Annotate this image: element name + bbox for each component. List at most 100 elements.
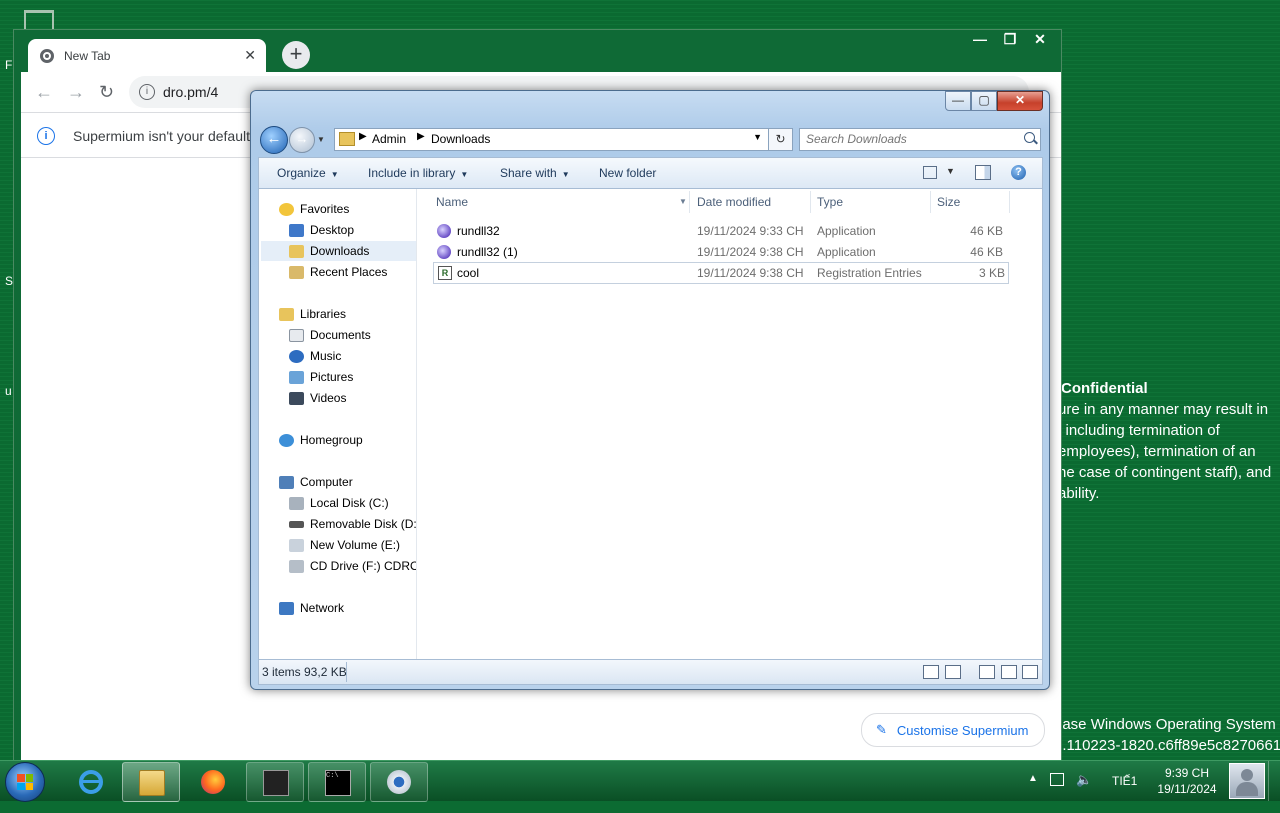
- address-bar[interactable]: ▶ Admin ▶ Downloads ▼: [334, 128, 769, 151]
- nav-label: Downloads: [310, 244, 370, 258]
- layout-icon[interactable]: [979, 665, 995, 679]
- new-tab-button[interactable]: +: [282, 41, 310, 69]
- clock[interactable]: 9:39 CH 19/11/2024: [1148, 765, 1226, 797]
- breadcrumb-admin[interactable]: Admin: [372, 132, 406, 146]
- cd-drive-icon: [289, 559, 304, 573]
- nav-removable-disk[interactable]: Removable Disk (D:): [289, 514, 416, 534]
- nav-label: Desktop: [310, 223, 355, 237]
- column-divider[interactable]: [930, 191, 931, 213]
- nav-recent-places[interactable]: Recent Places: [289, 262, 387, 282]
- column-header-size[interactable]: Size: [937, 195, 960, 209]
- close-button[interactable]: ✕: [997, 91, 1043, 111]
- close-tab-icon[interactable]: ✕: [244, 47, 256, 64]
- column-divider[interactable]: [689, 191, 690, 213]
- address-dropdown-icon[interactable]: ▼: [753, 132, 762, 142]
- taskbar-supermium[interactable]: [370, 762, 428, 802]
- nav-documents[interactable]: Documents: [289, 325, 371, 345]
- share-with-label: Share with: [500, 166, 557, 180]
- start-button[interactable]: [5, 762, 45, 802]
- maximize-button[interactable]: ▢: [971, 91, 997, 111]
- nav-homegroup[interactable]: Homegroup: [279, 430, 363, 450]
- file-type: Application: [817, 224, 876, 238]
- chevron-down-icon[interactable]: ▼: [946, 166, 955, 176]
- column-divider[interactable]: [810, 191, 811, 213]
- chevron-right-icon[interactable]: ▶: [359, 131, 367, 142]
- computer-icon: [279, 475, 294, 489]
- file-row[interactable]: rundll32 19/11/2024 9:33 CH Application …: [433, 221, 1007, 241]
- nav-network[interactable]: Network: [279, 598, 344, 618]
- desktop-icon: [289, 223, 304, 237]
- preview-pane-icon[interactable]: [975, 165, 991, 180]
- file-name: cool: [457, 266, 480, 280]
- search-box[interactable]: [799, 128, 1041, 151]
- explorer-window-controls: — ▢ ✕: [945, 91, 1043, 111]
- minimize-button[interactable]: —: [945, 91, 971, 111]
- new-folder-button[interactable]: New folder: [599, 166, 656, 180]
- show-desktop-button[interactable]: [1268, 761, 1280, 801]
- nav-label: Music: [310, 349, 342, 363]
- refresh-button[interactable]: ↻: [768, 128, 793, 151]
- back-arrow-icon[interactable]: ←: [35, 82, 53, 103]
- organize-label: Organize: [277, 166, 326, 180]
- forward-button[interactable]: →: [289, 127, 315, 153]
- taskbar-console[interactable]: [246, 762, 304, 802]
- address-url[interactable]: dro.pm/4: [163, 84, 218, 100]
- taskbar-command-prompt[interactable]: C:\: [308, 762, 366, 802]
- language-indicator[interactable]: TIẾ1: [1112, 774, 1137, 788]
- application-icon: [437, 224, 451, 238]
- nav-downloads[interactable]: Downloads: [261, 241, 416, 261]
- view-options-icon[interactable]: [923, 166, 937, 179]
- history-dropdown-icon[interactable]: ▼: [317, 135, 325, 144]
- details-view-icon[interactable]: [923, 665, 939, 679]
- nav-local-disk[interactable]: Local Disk (C:): [289, 493, 389, 513]
- file-row[interactable]: R cool 19/11/2024 9:38 CH Registration E…: [433, 262, 1009, 284]
- network-icon: [279, 601, 294, 615]
- reload-icon[interactable]: ↻: [99, 82, 114, 103]
- nav-favorites[interactable]: Favorites: [279, 199, 349, 219]
- search-input[interactable]: [800, 129, 1022, 148]
- file-row[interactable]: rundll32 (1) 19/11/2024 9:38 CH Applicat…: [433, 242, 1007, 262]
- share-with-button[interactable]: Share with ▼: [500, 166, 570, 180]
- search-icon[interactable]: [1024, 132, 1035, 143]
- forward-arrow-icon[interactable]: →: [67, 82, 85, 103]
- nav-label: Pictures: [310, 370, 354, 384]
- column-header-name[interactable]: Name: [436, 195, 468, 209]
- disk-icon: [289, 496, 304, 510]
- nav-cd-drive[interactable]: CD Drive (F:) CDROM: [289, 556, 416, 576]
- info-icon[interactable]: i: [139, 84, 155, 100]
- libraries-icon: [279, 307, 294, 321]
- command-bar: Organize ▼ Include in library ▼ Share with…: [258, 157, 1043, 189]
- speaker-muted-icon[interactable]: 🔈: [1076, 772, 1092, 788]
- user-avatar[interactable]: [1229, 763, 1265, 799]
- help-icon[interactable]: ?: [1011, 165, 1026, 180]
- details-pane-icon[interactable]: [1001, 665, 1017, 679]
- organize-button[interactable]: Organize ▼: [277, 166, 339, 180]
- preview-pane-icon[interactable]: [1022, 665, 1038, 679]
- customise-button[interactable]: ✎ Customise Supermium: [861, 713, 1046, 747]
- build-watermark: ease Windows Operating System 2.110223-1…: [1054, 714, 1280, 756]
- large-icons-view-icon[interactable]: [945, 665, 961, 679]
- taskbar-internet-explorer[interactable]: [62, 762, 120, 802]
- back-button[interactable]: ←: [260, 126, 288, 154]
- nav-pictures[interactable]: Pictures: [289, 367, 353, 387]
- taskbar-windows-explorer[interactable]: [122, 762, 180, 802]
- column-divider[interactable]: [1009, 191, 1010, 213]
- videos-icon: [289, 391, 304, 405]
- chevron-right-icon[interactable]: ▶: [417, 131, 425, 142]
- tab-strip: New Tab ✕ +: [20, 37, 1060, 73]
- taskbar-firefox[interactable]: [184, 762, 242, 802]
- nav-music[interactable]: Music: [289, 346, 341, 366]
- column-header-date-modified[interactable]: Date modified: [697, 195, 771, 209]
- nav-desktop[interactable]: Desktop: [289, 220, 354, 240]
- nav-new-volume[interactable]: New Volume (E:): [289, 535, 400, 555]
- nav-computer[interactable]: Computer: [279, 472, 353, 492]
- action-center-icon[interactable]: [1050, 773, 1064, 786]
- column-header-type[interactable]: Type: [817, 195, 843, 209]
- folder-icon: [139, 770, 165, 796]
- nav-videos[interactable]: Videos: [289, 388, 346, 408]
- nav-libraries[interactable]: Libraries: [279, 304, 346, 324]
- tab-new-tab[interactable]: New Tab ✕: [28, 39, 266, 73]
- include-in-library-button[interactable]: Include in library ▼: [368, 166, 468, 180]
- confidential-notice: Confidential ure in any manner may resul…: [1058, 378, 1280, 504]
- breadcrumb-downloads[interactable]: Downloads: [431, 132, 490, 146]
